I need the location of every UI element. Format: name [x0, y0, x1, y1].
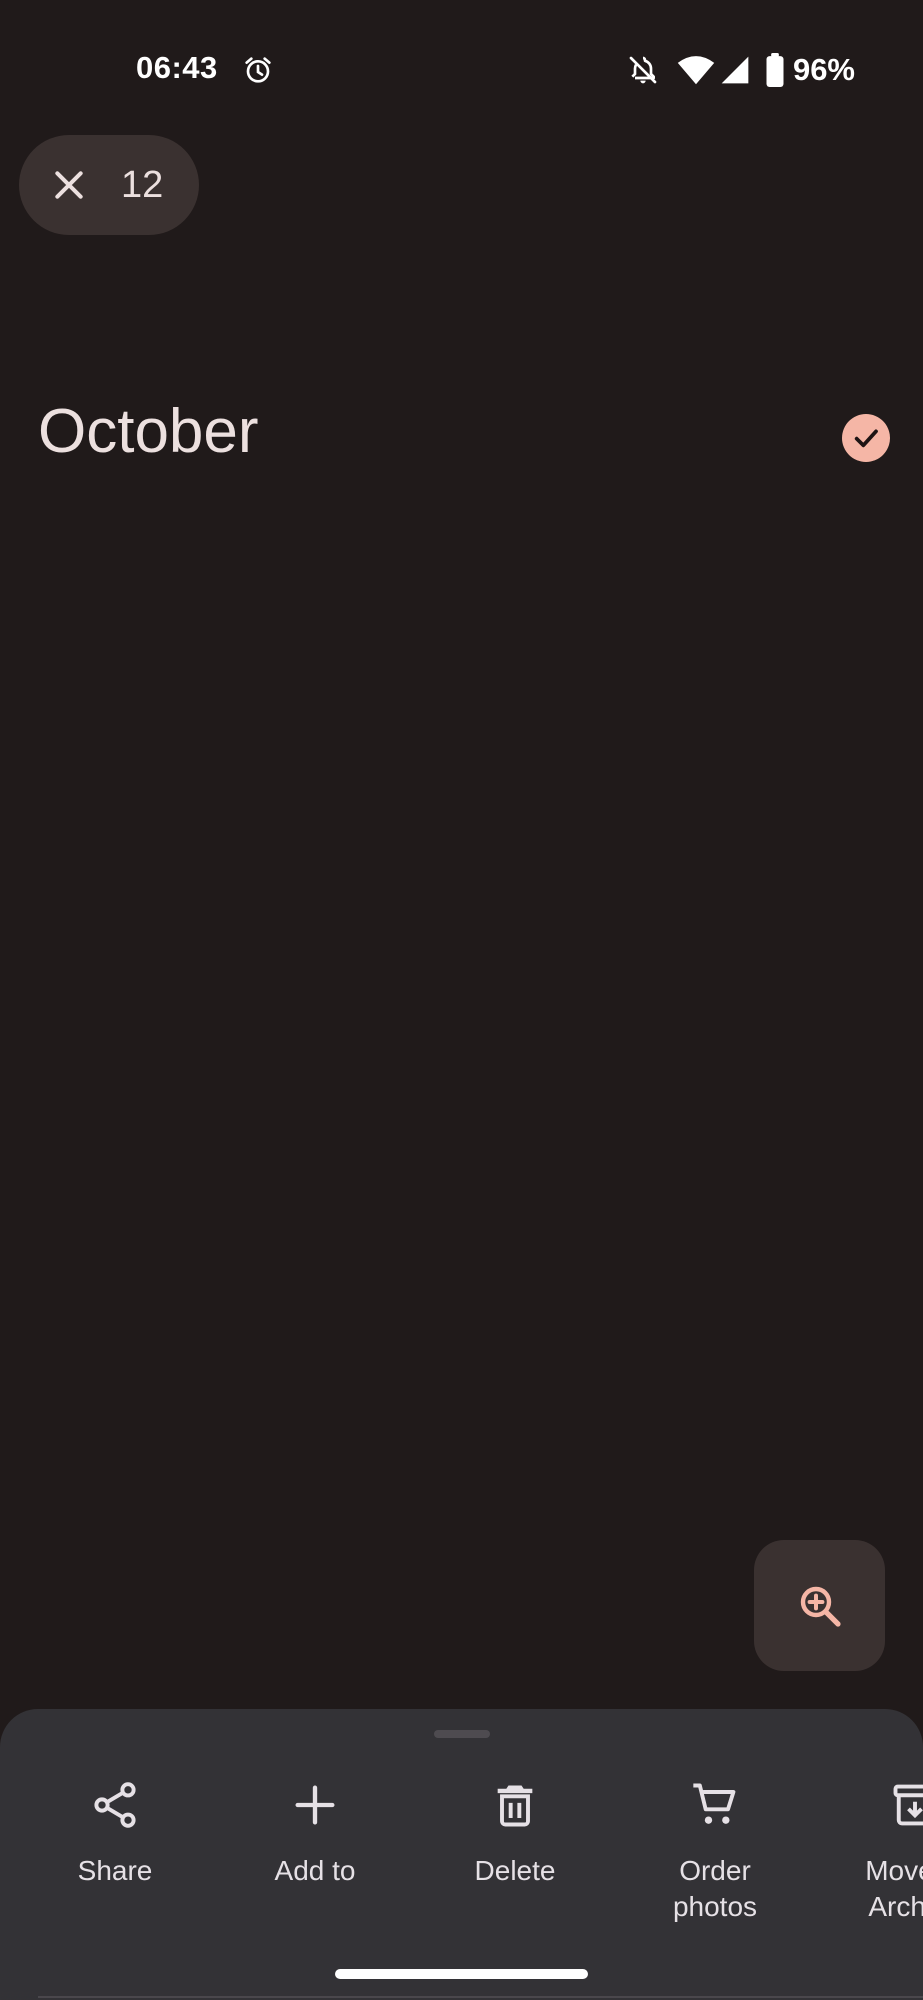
move-to-archive-button[interactable]: Move to Archive	[825, 1779, 923, 1925]
battery-icon	[766, 53, 784, 87]
zoom-in-icon	[800, 1586, 841, 1627]
move-to-archive-label: Move to Archive	[865, 1855, 923, 1922]
add-to-label: Add to	[274, 1855, 356, 1886]
archive-icon	[893, 1784, 923, 1826]
trash-icon	[497, 1785, 533, 1827]
status-icons: 96%	[627, 50, 855, 90]
battery-percent: 96%	[792, 52, 855, 87]
divider	[38, 1996, 923, 1998]
notifications-off-icon	[629, 56, 657, 84]
signal-icon	[721, 56, 749, 84]
selection-chip: 12	[19, 135, 199, 235]
close-icon[interactable]	[49, 165, 89, 205]
status-time: 06:43	[136, 50, 218, 85]
share-button[interactable]: Share	[25, 1779, 205, 1889]
order-photos-button[interactable]: Order photos	[625, 1779, 805, 1925]
add-to-button[interactable]: Add to	[225, 1779, 405, 1889]
delete-button[interactable]: Delete	[425, 1779, 605, 1889]
select-all-check-icon[interactable]	[842, 414, 890, 462]
delete-label: Delete	[474, 1855, 556, 1886]
share-icon	[94, 1782, 136, 1828]
month-header: October	[38, 397, 259, 466]
action-sheet: Share Add to Delete Order photos Move to…	[0, 1709, 923, 2000]
share-label: Share	[77, 1855, 153, 1886]
plus-icon	[295, 1785, 335, 1825]
wifi-icon	[677, 56, 715, 85]
drag-handle[interactable]	[434, 1730, 490, 1738]
alarm-icon	[245, 57, 271, 83]
status-bar: 06:43 96%	[0, 0, 923, 140]
order-photos-label: Order photos	[672, 1855, 758, 1922]
cart-icon	[693, 1783, 736, 1824]
home-indicator[interactable]	[335, 1969, 588, 1979]
selection-count: 12	[121, 163, 164, 206]
zoom-in-button[interactable]	[754, 1540, 885, 1671]
